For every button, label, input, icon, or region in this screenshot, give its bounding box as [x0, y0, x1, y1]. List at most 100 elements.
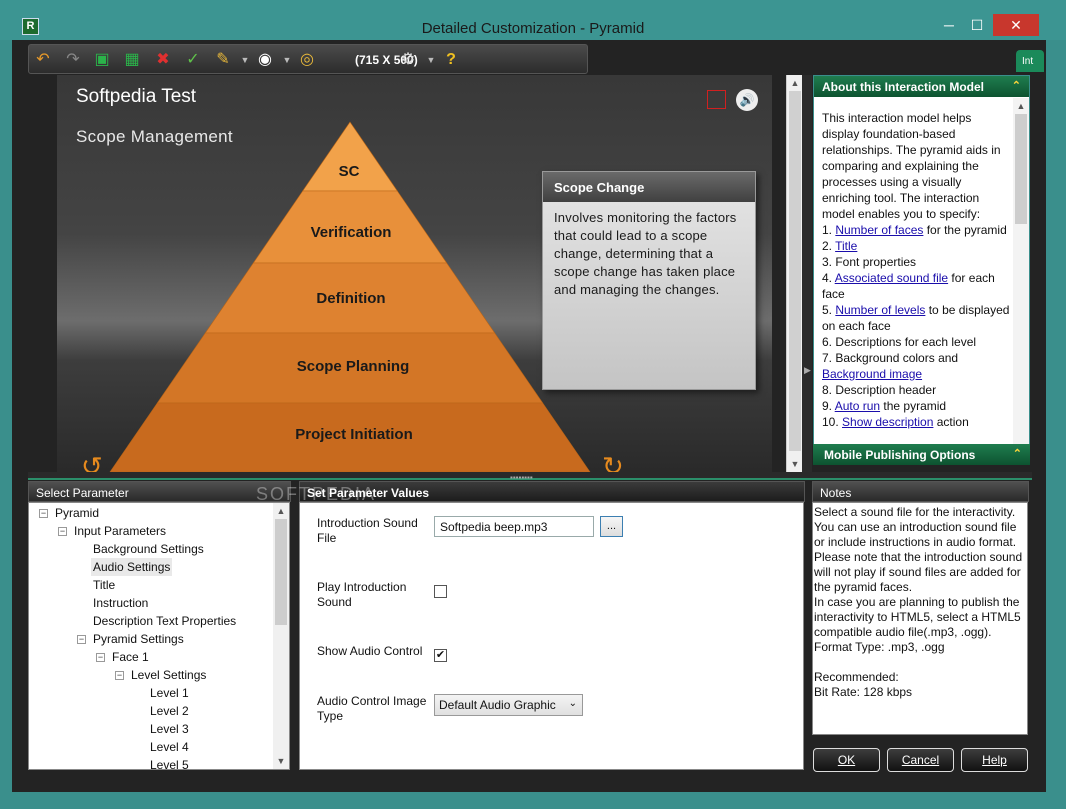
undo-icon[interactable]: ↶ [33, 50, 53, 70]
save-all-icon[interactable]: ▦ [122, 50, 142, 70]
pyramid-level-sc[interactable] [302, 121, 398, 192]
vertical-splitter[interactable]: ▶ [802, 75, 812, 472]
about-list-item: 3. Font properties [822, 254, 1010, 270]
preview-icon[interactable]: ◉ [255, 50, 275, 70]
about-header-label: About this Interaction Model [822, 80, 984, 94]
scroll-up-icon[interactable]: ▲ [273, 503, 289, 519]
about-list-item: 6. Descriptions for each level [822, 334, 1010, 350]
tree-item[interactable]: Instruction [91, 594, 150, 612]
about-item-text: 8. Description header [822, 383, 937, 397]
tree-item[interactable]: Pyramid [53, 504, 101, 522]
settings-icon[interactable]: ⚙ [398, 50, 418, 70]
tree-item[interactable]: Title [91, 576, 117, 594]
palette-icon[interactable]: ✎ [213, 50, 233, 70]
expand-icon[interactable]: ⌃ [1013, 447, 1022, 460]
about-panel: About this Interaction Model ⌃ This inte… [813, 75, 1030, 465]
tree-collapse-icon[interactable]: − [58, 527, 67, 536]
scroll-down-icon[interactable]: ▼ [273, 753, 289, 769]
about-item-link[interactable]: Show description [842, 415, 933, 429]
about-list-item: 2. Title [822, 238, 1010, 254]
cancel-button[interactable]: Cancel [887, 748, 954, 772]
minimize-button[interactable]: ─ [936, 14, 962, 36]
about-item-text: 6. Descriptions for each level [822, 335, 977, 349]
about-item-link[interactable]: Auto run [835, 399, 880, 413]
about-item-text: 9. [822, 399, 835, 413]
rotate-left-icon[interactable]: ↺ [81, 451, 121, 472]
scroll-up-icon[interactable]: ▲ [787, 75, 803, 91]
tree-item[interactable]: Level 4 [148, 738, 191, 756]
scroll-thumb[interactable] [1015, 114, 1027, 224]
tree-item[interactable]: Description Text Properties [91, 612, 238, 630]
about-item-link[interactable]: Number of faces [835, 223, 923, 237]
help-button[interactable]: Help [961, 748, 1028, 772]
help-icon[interactable]: ? [441, 50, 461, 70]
about-item-link[interactable]: Number of levels [835, 303, 925, 317]
tree-item[interactable]: Level 5 [148, 756, 191, 769]
mobile-publishing-header[interactable]: Mobile Publishing Options ⌃ [813, 444, 1030, 465]
target-icon[interactable]: ◎ [297, 50, 317, 70]
spellcheck-icon[interactable]: ✓ [183, 50, 203, 70]
tree-scrollbar[interactable]: ▲ ▼ [273, 503, 289, 769]
rotate-right-icon[interactable]: ↻ [602, 451, 642, 472]
tree-collapse-icon[interactable]: − [77, 635, 86, 644]
scroll-thumb[interactable] [789, 91, 801, 451]
side-tab[interactable]: Int [1016, 50, 1044, 72]
about-header[interactable]: About this Interaction Model ⌃ [814, 76, 1029, 97]
about-item-link[interactable]: Associated sound file [835, 271, 948, 285]
about-item-link[interactable]: Background image [822, 367, 922, 381]
play-intro-checkbox[interactable] [434, 585, 447, 598]
mobile-publishing-label: Mobile Publishing Options [824, 448, 976, 462]
tree-item[interactable]: Level Settings [129, 666, 208, 684]
notes-line: In case you are planning to publish the … [814, 595, 1021, 639]
tree-item[interactable]: Face 1 [110, 648, 151, 666]
intro-sound-field[interactable]: Softpedia beep.mp3 [434, 516, 594, 537]
description-text: Involves monitoring the factors that cou… [554, 210, 737, 297]
chevron-right-icon[interactable]: ▶ [804, 365, 811, 376]
tree-collapse-icon[interactable]: − [39, 509, 48, 518]
chevron-down-icon[interactable]: ⌄ [569, 698, 577, 709]
pyramid-label: SC [339, 163, 360, 180]
audio-image-type-select[interactable]: Default Audio Graphic ⌄ [434, 694, 583, 716]
redo-icon[interactable]: ↷ [63, 50, 83, 70]
about-item-text: 7. Background colors and [822, 351, 959, 365]
maximize-button[interactable]: ☐ [964, 14, 990, 36]
browse-button[interactable]: ... [600, 516, 623, 537]
about-item-text: action [933, 415, 969, 429]
description-header: Scope Change [543, 172, 755, 202]
scroll-up-icon[interactable]: ▲ [1013, 98, 1029, 114]
intro-sound-label: Introduction Sound File [317, 516, 418, 545]
scroll-down-icon[interactable]: ▼ [787, 456, 803, 472]
audio-image-type-label: Audio Control Image Type [317, 694, 427, 723]
about-scrollbar[interactable]: ▲ ▼ [1013, 98, 1029, 464]
about-item-text: 3. Font properties [822, 255, 917, 269]
about-item-text: 4. [822, 271, 835, 285]
chevron-down-icon[interactable]: ▼ [277, 50, 297, 70]
tree-collapse-icon[interactable]: − [115, 671, 124, 680]
ok-button[interactable]: OK [813, 748, 880, 772]
delete-icon[interactable]: ✖ [153, 50, 173, 70]
collapse-icon[interactable]: ⌃ [1012, 79, 1021, 92]
about-item-text: 5. [822, 303, 836, 317]
save-icon[interactable]: ▣ [92, 50, 112, 70]
tree-item[interactable]: Pyramid Settings [91, 630, 186, 648]
pyramid-label: Verification [311, 224, 392, 241]
preview-stage: Softpedia Test Scope Management 🔊 SC Ver… [57, 75, 772, 472]
tree-item[interactable]: Level 3 [148, 720, 191, 738]
select-parameter-label: Select Parameter [28, 481, 291, 502]
chevron-down-icon[interactable]: ▼ [235, 50, 255, 70]
chevron-down-icon[interactable]: ▼ [421, 50, 441, 70]
about-list-item: 4. Associated sound file for each face [822, 270, 1010, 302]
tree-item[interactable]: Audio Settings [91, 558, 173, 576]
tree-collapse-icon[interactable]: − [96, 653, 105, 662]
scroll-thumb[interactable] [275, 519, 287, 625]
tree-item[interactable]: Level 2 [148, 702, 191, 720]
show-audio-checkbox[interactable]: ✔ [434, 649, 447, 662]
horizontal-splitter[interactable]: ▪▪▪▪▪▪▪▪ [28, 472, 1032, 482]
notes-panel: Select a sound file for the interactivit… [812, 502, 1028, 735]
tree-item[interactable]: Background Settings [91, 540, 206, 558]
stage-scrollbar[interactable]: ▲ ▼ [786, 75, 802, 472]
tree-item[interactable]: Level 1 [148, 684, 191, 702]
close-button[interactable]: ✕ [993, 14, 1039, 36]
about-item-link[interactable]: Title [835, 239, 857, 253]
tree-item[interactable]: Input Parameters [72, 522, 168, 540]
